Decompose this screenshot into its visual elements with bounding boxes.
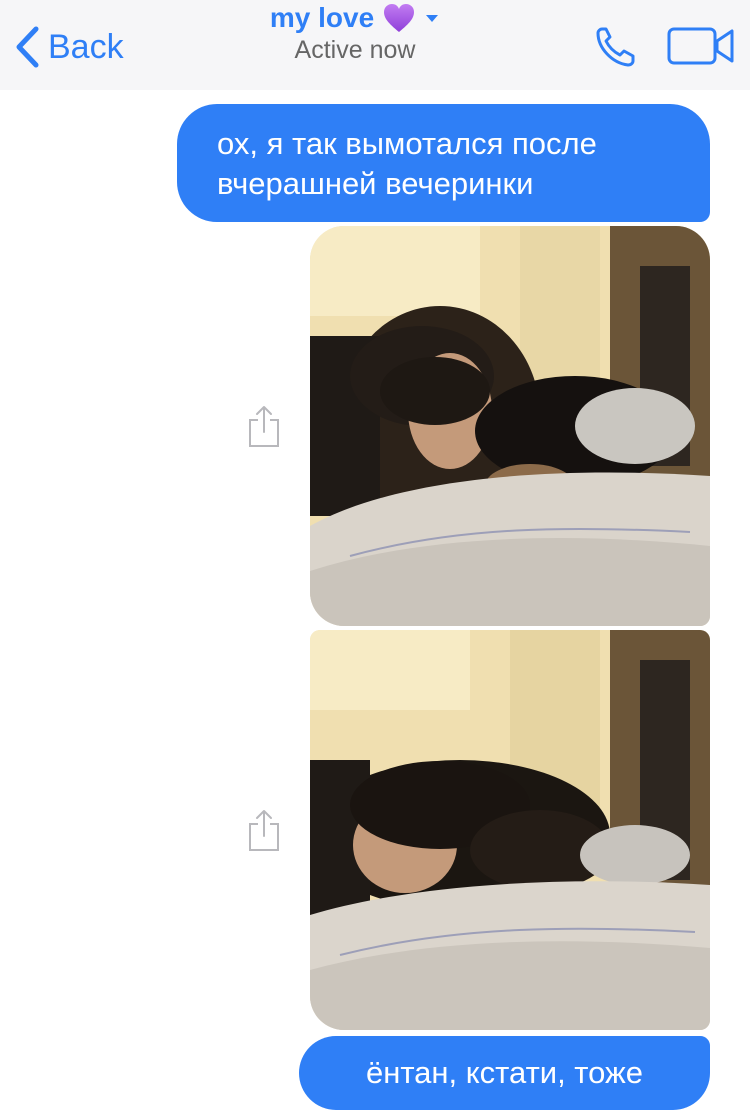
contact-name: my love (269, 2, 375, 33)
video-camera-icon (667, 27, 734, 65)
dropdown-arrow-icon (426, 15, 439, 22)
conversation-header: Back my love Active now (0, 0, 750, 90)
video-call-button[interactable] (666, 26, 736, 66)
purple-heart-icon (384, 4, 415, 32)
message-bubble[interactable]: ох, я так вымотался после вчерашней вече… (177, 104, 710, 222)
photo-message[interactable] (310, 630, 710, 1030)
back-button[interactable]: Back (14, 22, 124, 72)
back-label: Back (48, 27, 124, 66)
message-bubble[interactable]: ёнтан, кстати, тоже (299, 1036, 710, 1110)
share-icon[interactable] (246, 808, 282, 854)
active-status: Active now (294, 36, 416, 64)
chevron-left-icon (16, 26, 39, 68)
contact-title-row[interactable]: my love (270, 2, 440, 34)
contact-info[interactable]: my love Active now (200, 2, 510, 65)
phone-icon (596, 27, 635, 67)
photo-message[interactable] (310, 226, 710, 626)
share-icon[interactable] (246, 404, 282, 450)
call-button[interactable] (595, 24, 643, 68)
